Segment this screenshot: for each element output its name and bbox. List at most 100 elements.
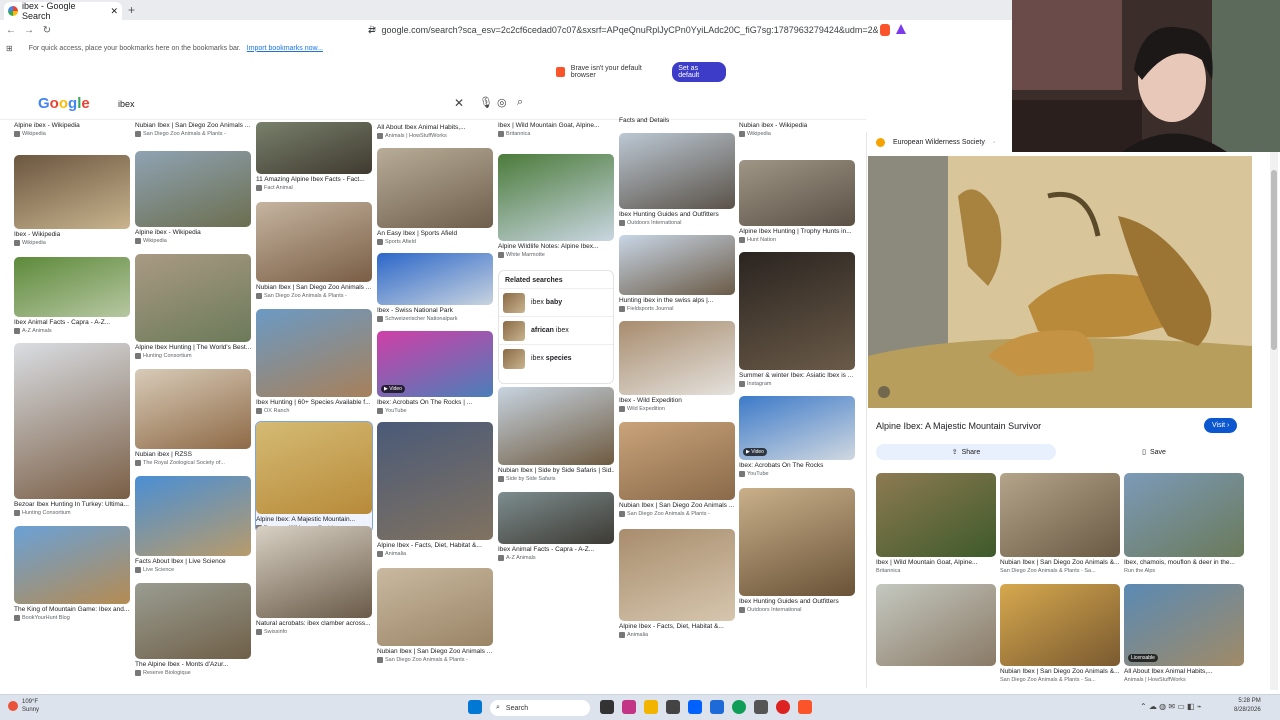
image-result-card[interactable]: Nubian Ibex | Side by Side Safaris | Sid… <box>498 387 614 483</box>
result-image[interactable] <box>739 488 855 596</box>
result-image[interactable] <box>135 369 251 449</box>
new-tab-icon[interactable]: + <box>128 3 135 17</box>
visit-button[interactable]: Visit › <box>1204 418 1238 433</box>
result-title[interactable]: Alpine Ibex - Facts, Diet, Habitat &... <box>377 542 493 550</box>
thumb-image[interactable] <box>1000 584 1120 666</box>
app-icon[interactable] <box>666 700 680 714</box>
search-input[interactable]: ibex <box>106 92 542 116</box>
image-result-card[interactable]: The King of Mountain Game: Ibex and... Bo… <box>14 526 130 622</box>
result-title[interactable]: All About Ibex Animal Habits,... <box>377 124 493 132</box>
file-explorer-icon[interactable] <box>644 700 658 714</box>
result-title[interactable]: Ibex - Wild Expedition <box>619 397 735 405</box>
back-icon[interactable]: ← <box>4 25 18 36</box>
image-result-card[interactable]: All About Ibex Animal Habits,... Animals … <box>377 122 493 140</box>
task-view-icon[interactable] <box>600 700 614 714</box>
brave-taskbar-icon[interactable] <box>798 700 812 714</box>
result-title[interactable]: Alpine Ibex Hunting | The World's Best..… <box>135 344 251 352</box>
image-result-card[interactable]: ▶ Video Ibex: Acrobats On The Rocks | ...… <box>377 331 493 415</box>
result-title[interactable]: Facts About Ibex | Live Science <box>135 558 251 566</box>
result-image[interactable] <box>619 529 735 621</box>
image-result-card[interactable]: Bezoar Ibex Hunting In Turkey: Ultima...… <box>14 343 130 517</box>
image-result-card[interactable]: ▶ Video Ibex: Acrobats On The Rocks YouTub… <box>739 396 855 478</box>
result-image[interactable] <box>14 155 130 229</box>
reload-icon[interactable]: ↻ <box>40 25 54 36</box>
image-result-card[interactable]: Nubian Ibex | San Diego Zoo Animals ... S… <box>135 120 251 138</box>
image-result-card[interactable]: Alpine Ibex Hunting | Trophy Hunts in...… <box>739 160 855 244</box>
share-button[interactable]: ⇪ Share <box>876 444 1056 460</box>
result-title[interactable]: Summer & winter Ibex: Asiatic Ibex is ..… <box>739 372 855 380</box>
result-title[interactable]: Ibex Hunting Guides and Outfitters <box>619 211 735 219</box>
image-result-card[interactable]: Facts and Details <box>619 115 735 125</box>
image-result-card[interactable]: Alpine Ibex - Facts, Diet, Habitat &... A… <box>619 529 735 639</box>
system-tray-icon[interactable]: ⌃ ☁ ◍ ✉ ▭ ◧ ⌁ <box>1140 702 1202 711</box>
related-item-ibex-baby[interactable]: ibex baby <box>499 288 613 316</box>
related-image-thumb[interactable]: Licensable All About Ibex Animal Habits,.… <box>1124 584 1244 684</box>
result-image[interactable] <box>739 160 855 226</box>
result-image[interactable] <box>135 151 251 227</box>
image-result-card[interactable]: Nubian ibex | RZSS The Royal Zoological S… <box>135 369 251 467</box>
image-result-card[interactable]: Facts About Ibex | Live Science Live Scie… <box>135 476 251 574</box>
result-title[interactable]: Nubian Ibex | Side by Side Safaris | Sid… <box>498 467 614 475</box>
set-default-button[interactable]: Set as default <box>672 62 726 82</box>
save-button[interactable]: ▯ Save <box>1064 444 1244 460</box>
image-result-card[interactable]: Alpine Ibex: A Majestic Mountain...Europ… <box>255 421 373 533</box>
image-result-card[interactable]: Alpine Ibex - Facts, Diet, Habitat &... A… <box>377 422 493 558</box>
image-result-card[interactable]: Ibex Hunting Guides and Outfitters Outdoo… <box>619 133 735 227</box>
app-icon[interactable] <box>710 700 724 714</box>
result-title[interactable]: Alpine Wildlife Notes: Alpine Ibex... <box>498 243 614 251</box>
browser-tab[interactable]: ibex - Google Search ✕ <box>4 1 122 21</box>
thumb-image[interactable]: Licensable <box>1124 584 1244 666</box>
result-image[interactable] <box>14 257 130 317</box>
result-image[interactable] <box>256 309 372 397</box>
result-title[interactable]: Alpine Ibex - Facts, Diet, Habitat &... <box>619 623 735 631</box>
microphone-icon[interactable]: 🎙 <box>479 96 493 109</box>
image-result-card[interactable]: Ibex - Swiss National Park Schweizerische… <box>377 253 493 323</box>
result-title[interactable]: Nubian Ibex | San Diego Zoo Animals ... <box>135 122 251 130</box>
result-title[interactable]: Natural acrobats: ibex clamber across... <box>256 620 372 628</box>
image-result-card[interactable]: Alpine Ibex Hunting | The World's Best..… <box>135 254 251 360</box>
thumb-title[interactable]: Nubian Ibex | San Diego Zoo Animals &... <box>1000 668 1120 676</box>
result-image[interactable] <box>135 583 251 659</box>
result-title[interactable]: The Alpine Ibex - Monts d'Azur... <box>135 661 251 669</box>
thumb-title[interactable]: Ibex, chamois, mouflon & deer in the... <box>1124 559 1244 567</box>
panel-header[interactable]: European Wilderness Society · <box>876 138 995 147</box>
result-image[interactable] <box>619 133 735 209</box>
result-title[interactable]: Ibex Animal Facts - Capra - A-Z... <box>14 319 130 327</box>
result-title[interactable]: Ibex Hunting Guides and Outfitters <box>739 598 855 606</box>
image-result-card[interactable]: Ibex | Wild Mountain Goat, Alpine... Brit… <box>498 120 614 138</box>
search-icon[interactable]: ⌕ <box>517 96 523 109</box>
result-title[interactable]: Hunting ibex in the swiss alps |... <box>619 297 735 305</box>
result-title[interactable]: Ibex: Acrobats On The Rocks | ... <box>377 399 493 407</box>
forward-icon[interactable]: → <box>22 25 36 36</box>
result-title[interactable]: Nubian Ibex | San Diego Zoo Animals ... <box>619 502 735 510</box>
app-icon[interactable] <box>754 700 768 714</box>
result-image[interactable]: ▶ Video <box>739 396 855 460</box>
result-title[interactable]: Ibex Hunting | 60+ Species Available f..… <box>256 399 372 407</box>
image-result-card[interactable]: Nubian Ibex | San Diego Zoo Animals ... S… <box>619 422 735 518</box>
image-result-card[interactable]: Alpine ibex - Wikipedia Wikipedia <box>135 151 251 245</box>
site-settings-icon[interactable]: ⇄ <box>368 25 376 36</box>
app-icon[interactable] <box>622 700 636 714</box>
image-result-card[interactable]: Ibex Animal Facts - Capra - A-Z... A-Z An… <box>14 257 130 335</box>
close-tab-icon[interactable]: ✕ <box>110 6 118 17</box>
result-title[interactable]: Nubian ibex | RZSS <box>135 451 251 459</box>
related-image-thumb[interactable]: Ibex | Wild Mountain Goat, Alpine... Brit… <box>876 473 996 575</box>
image-result-card[interactable]: Ibex - Wikipedia Wikipedia <box>14 155 130 247</box>
result-image[interactable] <box>377 568 493 646</box>
panel-title[interactable]: Alpine Ibex: A Majestic Mountain Survivo… <box>876 421 1041 431</box>
address-bar[interactable]: ⇄ google.com/search?sca_esv=2c2cf6cedad0… <box>368 22 878 38</box>
result-title[interactable]: Nubian Ibex | San Diego Zoo Animals ... <box>377 648 493 656</box>
result-title[interactable]: 11 Amazing Alpine Ibex Facts - Fact... <box>256 176 372 184</box>
thumb-title[interactable]: Ibex | Wild Mountain Goat, Alpine... <box>876 559 996 567</box>
result-image[interactable]: ▶ Video <box>377 331 493 397</box>
image-result-card[interactable]: Ibex - Wild Expedition Wild Expedition <box>619 321 735 413</box>
result-image[interactable] <box>256 122 372 174</box>
result-image[interactable] <box>498 492 614 544</box>
result-title[interactable]: An Easy Ibex | Sports Afield <box>377 230 493 238</box>
image-result-card[interactable]: The Alpine Ibex - Monts d'Azur... Reserve… <box>135 583 251 677</box>
lens-icon[interactable]: ◎ <box>497 96 507 109</box>
weather-widget[interactable]: 109°F Sunny <box>8 698 39 714</box>
result-image[interactable] <box>135 476 251 556</box>
start-icon[interactable] <box>468 700 482 714</box>
image-result-card[interactable]: Ibex Hunting | 60+ Species Available f..… <box>256 309 372 415</box>
